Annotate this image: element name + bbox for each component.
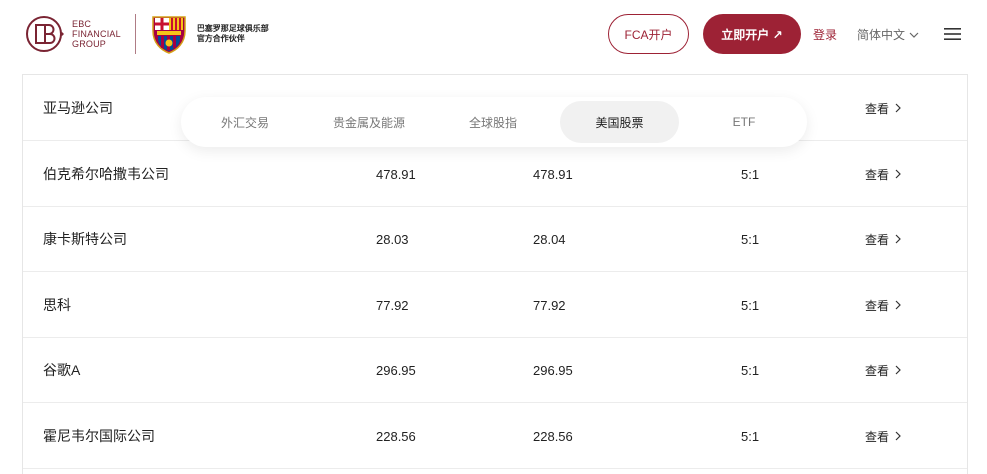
open-account-button[interactable]: 立即开户 ↗	[703, 14, 801, 54]
brand-divider	[134, 14, 136, 54]
hamburger-menu-icon[interactable]	[944, 27, 961, 41]
fca-open-account-button[interactable]: FCA开户	[608, 14, 689, 54]
stock-name: 亚马逊公司	[43, 100, 113, 116]
ask-price: 228.56	[533, 428, 573, 444]
brand[interactable]: EBC FINANCIAL GROUP 巴塞罗那足球俱乐部 官方合作伙伴	[24, 13, 269, 55]
tab-forex[interactable]: 外汇交易	[185, 101, 305, 143]
bid-price: 228.56	[376, 428, 416, 444]
table-row: 霍尼韦尔国际公司 228.56 228.56 5:1 查看	[23, 403, 967, 469]
language-selector[interactable]: 简体中文	[857, 26, 919, 43]
tab-us-stocks[interactable]: 美国股票	[560, 101, 679, 143]
view-link[interactable]: 查看	[865, 75, 901, 141]
ebc-wordmark: EBC FINANCIAL GROUP	[72, 19, 121, 49]
table-row: 思科 77.92 77.92 5:1 查看	[23, 272, 967, 338]
view-link[interactable]: 查看	[865, 272, 901, 338]
view-link[interactable]: 查看	[865, 206, 901, 272]
fc-barcelona-crest-icon	[152, 16, 186, 54]
tab-global-indices[interactable]: 全球股指	[433, 101, 553, 143]
ask-price: 28.04	[533, 231, 566, 247]
ask-price: 478.91	[533, 166, 573, 182]
asset-category-tabs: 外汇交易 贵金属及能源 全球股指 美国股票 ETF	[181, 97, 807, 147]
language-label: 简体中文	[857, 28, 906, 42]
chevron-right-icon	[895, 234, 901, 244]
leverage: 5:1	[741, 428, 760, 444]
ask-price: 296.95	[533, 362, 573, 378]
bid-price: 77.92	[376, 297, 409, 313]
stock-name: 思科	[43, 297, 71, 313]
ebc-logo-icon	[26, 16, 64, 52]
chevron-right-icon	[895, 103, 901, 113]
partner-caption: 巴塞罗那足球俱乐部 官方合作伙伴	[196, 24, 269, 43]
bid-price: 478.91	[376, 166, 416, 182]
ask-price: 77.92	[533, 297, 566, 313]
leverage: 5:1	[741, 166, 760, 182]
tab-etf[interactable]: ETF	[684, 101, 804, 143]
table-row: 康卡斯特公司 28.03 28.04 5:1 查看	[23, 206, 967, 272]
view-link[interactable]: 查看	[865, 141, 901, 207]
table-row: 谷歌A 296.95 296.95 5:1 查看	[23, 337, 967, 403]
chevron-right-icon	[895, 431, 901, 441]
stock-name: 康卡斯特公司	[43, 231, 127, 247]
login-link[interactable]: 登录	[813, 26, 837, 43]
leverage: 5:1	[741, 362, 760, 378]
bid-price: 296.95	[376, 362, 416, 378]
chevron-right-icon	[895, 169, 901, 179]
stock-name: 霍尼韦尔国际公司	[43, 428, 155, 444]
leverage: 5:1	[741, 231, 760, 247]
chevron-right-icon	[895, 300, 901, 310]
tab-metals-energy[interactable]: 贵金属及能源	[309, 101, 429, 143]
stock-name: 伯克希尔哈撒韦公司	[43, 166, 169, 182]
chevron-down-icon	[909, 32, 919, 38]
bid-price: 28.03	[376, 231, 409, 247]
view-link[interactable]: 查看	[865, 337, 901, 403]
stock-name: 谷歌A	[43, 362, 81, 378]
chevron-right-icon	[895, 365, 901, 375]
site-header: EBC FINANCIAL GROUP 巴塞罗那足球俱乐部 官方合作伙伴 FCA…	[0, 0, 987, 68]
view-link[interactable]: 查看	[865, 403, 901, 469]
table-row: 伯克希尔哈撒韦公司 478.91 478.91 5:1 查看	[23, 141, 967, 207]
leverage: 5:1	[741, 297, 760, 313]
